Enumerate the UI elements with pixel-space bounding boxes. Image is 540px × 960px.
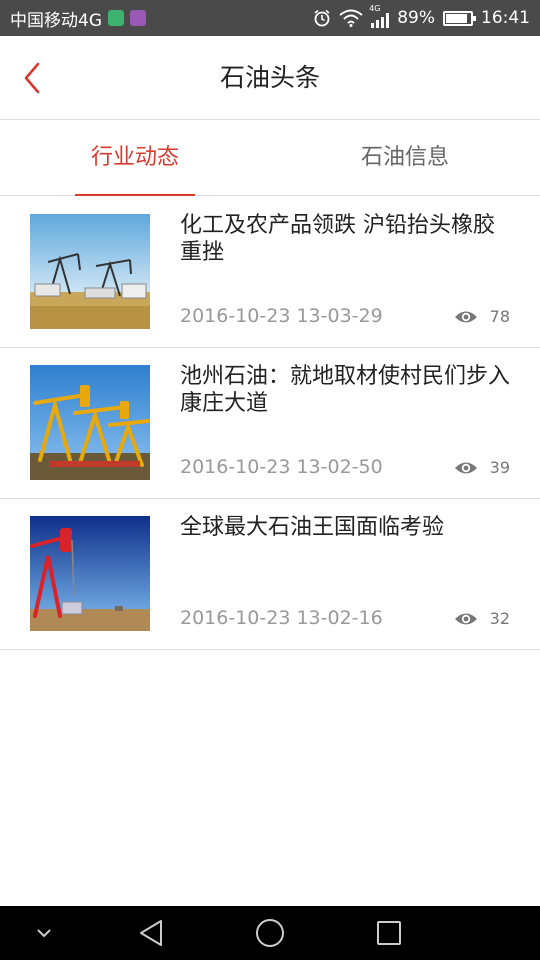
news-item[interactable]: 全球最大石油王国面临考验 2016-10-23 13-02-16 32 bbox=[0, 499, 540, 650]
tab-oil-info[interactable]: 石油信息 bbox=[345, 121, 465, 196]
yellow-pumpjacks-image bbox=[30, 365, 150, 480]
app-header: 石油头条 bbox=[0, 36, 540, 120]
notification-gallery-icon bbox=[130, 10, 146, 26]
status-right: 4G 89% 16:41 bbox=[313, 0, 530, 36]
article-thumbnail bbox=[30, 214, 150, 329]
back-triangle-icon bbox=[140, 920, 162, 946]
page-title: 石油头条 bbox=[219, 63, 320, 92]
tab-bar: 行业动态 石油信息 bbox=[0, 121, 540, 196]
eye-icon bbox=[454, 613, 477, 624]
alarm-icon bbox=[314, 9, 330, 27]
view-count: 32 bbox=[454, 609, 510, 628]
views-count: 39 bbox=[489, 458, 510, 477]
article-title: 池州石油：就地取材使村民们步入康庄大道 bbox=[180, 364, 511, 416]
article-thumbnail bbox=[30, 516, 150, 631]
article-date: 2016-10-23 13-03-29 bbox=[180, 305, 383, 327]
signal-bars-icon bbox=[371, 12, 390, 28]
view-count: 39 bbox=[454, 458, 510, 477]
cell-signal: 4G bbox=[369, 4, 390, 28]
article-thumbnail bbox=[30, 365, 150, 480]
status-bar: 中国移动4G 4G 89% 16:41 bbox=[0, 0, 540, 36]
news-list: 化工及农产品领跌 沪铅抬头橡胶重挫 2016-10-23 13-03-29 78 bbox=[0, 197, 540, 650]
news-item[interactable]: 池州石油：就地取材使村民们步入康庄大道 2016-10-23 13-02-50 … bbox=[0, 348, 540, 499]
red-pumpjack-desert-image bbox=[30, 516, 150, 631]
article-date: 2016-10-23 13-02-16 bbox=[180, 607, 383, 629]
news-item[interactable]: 化工及农产品领跌 沪铅抬头橡胶重挫 2016-10-23 13-03-29 78 bbox=[0, 197, 540, 348]
battery-percent: 89% bbox=[397, 8, 435, 28]
eye-icon bbox=[454, 311, 477, 322]
battery-icon bbox=[443, 10, 476, 26]
clock: 16:41 bbox=[481, 8, 530, 28]
nav-recents-button[interactable] bbox=[362, 906, 416, 960]
article-title: 全球最大石油王国面临考验 bbox=[180, 515, 445, 540]
status-left: 中国移动4G bbox=[10, 0, 146, 36]
hide-nav-button[interactable] bbox=[20, 906, 68, 960]
oilfield-pumps-grass-image bbox=[30, 214, 150, 329]
article-date: 2016-10-23 13-02-50 bbox=[180, 456, 383, 478]
view-count: 78 bbox=[454, 307, 510, 326]
views-count: 78 bbox=[489, 307, 510, 326]
tab-industry-news[interactable]: 行业动态 bbox=[75, 121, 195, 196]
system-nav-bar bbox=[0, 906, 540, 960]
wifi-icon bbox=[339, 9, 363, 27]
article-title: 化工及农产品领跌 沪铅抬头橡胶重挫 bbox=[180, 213, 495, 265]
views-count: 32 bbox=[489, 609, 510, 628]
chevron-down-icon bbox=[37, 929, 51, 938]
home-circle-icon bbox=[256, 919, 284, 947]
recents-square-icon bbox=[377, 921, 401, 945]
notification-app-icon bbox=[108, 10, 124, 26]
nav-back-button[interactable] bbox=[124, 906, 178, 960]
nav-home-button[interactable] bbox=[243, 906, 297, 960]
carrier-label: 中国移动4G bbox=[10, 10, 102, 31]
eye-icon bbox=[454, 462, 477, 473]
network-type-badge: 4G bbox=[369, 4, 381, 13]
